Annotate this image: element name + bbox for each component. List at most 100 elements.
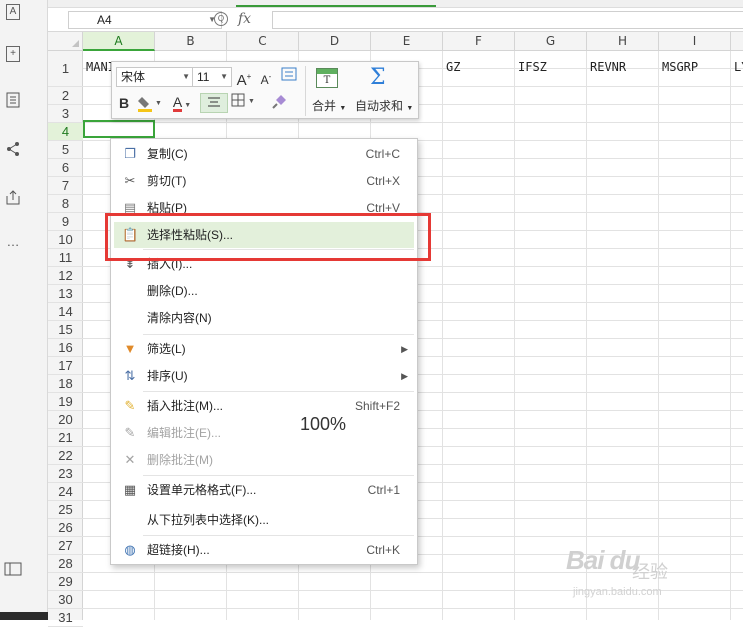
autosum-button[interactable]: 自动求和 ▼ bbox=[355, 97, 413, 114]
select-all-corner[interactable] bbox=[48, 32, 83, 51]
row-header[interactable]: 2 bbox=[48, 87, 83, 105]
fill-color-button[interactable]: ▼ bbox=[136, 93, 164, 113]
menu-item-format-cells[interactable]: ▦ 设置单元格格式(F)... Ctrl+1 bbox=[114, 477, 414, 503]
fx-icon[interactable]: fx bbox=[238, 11, 251, 27]
row-header[interactable]: 18 bbox=[48, 375, 83, 393]
menu-item-copy[interactable]: ❐ 复制(C) Ctrl+C bbox=[114, 141, 414, 167]
paint-bucket-icon: ▼ bbox=[138, 97, 162, 112]
row-header[interactable]: 1 bbox=[48, 51, 83, 87]
borders-button[interactable]: ▼ bbox=[230, 93, 258, 113]
row-header[interactable]: 10 bbox=[48, 231, 83, 249]
export-icon[interactable] bbox=[6, 189, 20, 205]
row-header[interactable]: 19 bbox=[48, 393, 83, 411]
menu-item-insert-comment[interactable]: ✎ 插入批注(M)... Shift+F2 bbox=[114, 393, 414, 419]
menu-item-cut[interactable]: ✂ 剪切(T) Ctrl+X bbox=[114, 168, 414, 194]
svg-text:▼: ▼ bbox=[155, 100, 162, 107]
formula-input[interactable] bbox=[272, 11, 743, 29]
column-header-I[interactable]: I bbox=[659, 32, 731, 51]
merge-button[interactable]: 合并 ▼ bbox=[312, 97, 346, 114]
menu-item-shortcut: Ctrl+1 bbox=[367, 483, 400, 497]
row-header[interactable]: 30 bbox=[48, 591, 83, 609]
row-header[interactable]: 28 bbox=[48, 555, 83, 573]
insert-icon[interactable]: + bbox=[6, 46, 20, 62]
row-header[interactable]: 23 bbox=[48, 465, 83, 483]
merge-icon-glyph: T bbox=[323, 75, 331, 86]
column-header-G[interactable]: G bbox=[515, 32, 587, 51]
font-color-button[interactable]: A ▼ bbox=[168, 93, 196, 113]
menu-item-hyperlink[interactable]: ◍ 超链接(H)... Ctrl+K bbox=[114, 537, 414, 563]
row-header[interactable]: 15 bbox=[48, 321, 83, 339]
column-headers: A B C D E F G H I bbox=[83, 32, 743, 51]
row-header[interactable]: 7 bbox=[48, 177, 83, 195]
row-header[interactable]: 12 bbox=[48, 267, 83, 285]
active-cell-A4[interactable] bbox=[83, 120, 155, 138]
scissors-icon: ✂ bbox=[124, 173, 136, 188]
search-icon[interactable]: Q bbox=[214, 12, 228, 26]
row-header[interactable]: 29 bbox=[48, 573, 83, 591]
row-header[interactable]: 25 bbox=[48, 501, 83, 519]
cell-H1[interactable]: REVNR bbox=[590, 60, 626, 74]
font-color-icon: A bbox=[172, 94, 183, 112]
row-header[interactable]: 21 bbox=[48, 429, 83, 447]
autosum-icon[interactable]: Σ bbox=[370, 65, 386, 90]
row-header[interactable]: 11 bbox=[48, 249, 83, 267]
increase-font-button[interactable]: A+ bbox=[236, 67, 252, 89]
menu-item-delete[interactable]: 删除(D)... bbox=[114, 278, 414, 304]
menu-item-label: 从下拉列表中选择(K)... bbox=[147, 513, 269, 527]
menu-item-edit-comment[interactable]: ✎ 编辑批注(E)... bbox=[114, 420, 414, 446]
row-header[interactable]: 6 bbox=[48, 159, 83, 177]
column-header-D[interactable]: D bbox=[299, 32, 371, 51]
format-painter-button[interactable] bbox=[270, 93, 290, 113]
decrease-font-button[interactable]: A- bbox=[258, 67, 274, 87]
menu-item-shortcut: Ctrl+X bbox=[366, 174, 400, 188]
cell-G1[interactable]: IFSZ bbox=[518, 60, 547, 74]
column-header-E[interactable]: E bbox=[371, 32, 443, 51]
bold-button[interactable]: B bbox=[116, 93, 132, 113]
text-box-icon[interactable]: A bbox=[6, 4, 20, 20]
font-size-select[interactable]: 11 ▼ bbox=[192, 67, 232, 87]
merge-icon[interactable]: T bbox=[316, 68, 338, 88]
cell-J1[interactable]: LY bbox=[734, 60, 743, 74]
align-center-button[interactable] bbox=[200, 93, 228, 113]
font-name-value: 宋体 bbox=[121, 70, 146, 84]
font-name-select[interactable]: 宋体 ▼ bbox=[116, 67, 194, 87]
row-header[interactable]: 31 bbox=[48, 609, 83, 627]
column-header-A[interactable]: A bbox=[83, 32, 155, 51]
menu-item-sort[interactable]: ⇅ 排序(U) ▶ bbox=[114, 363, 414, 389]
chevron-down-icon: ▼ bbox=[220, 72, 228, 81]
row-header[interactable]: 27 bbox=[48, 537, 83, 555]
menu-item-pick-from-list[interactable]: 从下拉列表中选择(K)... bbox=[114, 507, 414, 533]
document-icon[interactable] bbox=[6, 92, 20, 108]
row-header[interactable]: 8 bbox=[48, 195, 83, 213]
row-header[interactable]: 26 bbox=[48, 519, 83, 537]
menu-item-delete-comment[interactable]: ✕ 删除批注(M) bbox=[114, 447, 414, 473]
row-header[interactable]: 24 bbox=[48, 483, 83, 501]
column-header-H[interactable]: H bbox=[587, 32, 659, 51]
svg-text:▼: ▼ bbox=[248, 98, 255, 105]
sidebar-toggle-icon[interactable] bbox=[4, 562, 22, 578]
menu-item-clear-contents[interactable]: 清除内容(N) bbox=[114, 305, 414, 331]
menu-item-filter[interactable]: ▼ 筛选(L) ▶ bbox=[114, 336, 414, 362]
cell-I1[interactable]: MSGRP bbox=[662, 60, 698, 74]
row-header[interactable]: 13 bbox=[48, 285, 83, 303]
row-header[interactable]: 14 bbox=[48, 303, 83, 321]
row-header[interactable]: 17 bbox=[48, 357, 83, 375]
row-header[interactable]: 9 bbox=[48, 213, 83, 231]
row-header[interactable]: 4 bbox=[48, 123, 83, 141]
cell-F1[interactable]: GZ bbox=[446, 60, 460, 74]
row-header[interactable]: 3 bbox=[48, 105, 83, 123]
menu-item-label: 编辑批注(E)... bbox=[147, 426, 221, 440]
row-header[interactable]: 16 bbox=[48, 339, 83, 357]
menu-separator bbox=[143, 391, 414, 392]
formula-tools: Q fx bbox=[210, 11, 268, 29]
share-icon[interactable] bbox=[6, 141, 20, 157]
column-header-B[interactable]: B bbox=[155, 32, 227, 51]
column-header-F[interactable]: F bbox=[443, 32, 515, 51]
clear-format-button[interactable] bbox=[280, 67, 298, 87]
name-box[interactable]: A4 ▼ bbox=[68, 11, 222, 29]
row-header[interactable]: 20 bbox=[48, 411, 83, 429]
column-header-C[interactable]: C bbox=[227, 32, 299, 51]
more-icon[interactable]: … bbox=[6, 234, 20, 250]
row-header[interactable]: 22 bbox=[48, 447, 83, 465]
row-header[interactable]: 5 bbox=[48, 141, 83, 159]
